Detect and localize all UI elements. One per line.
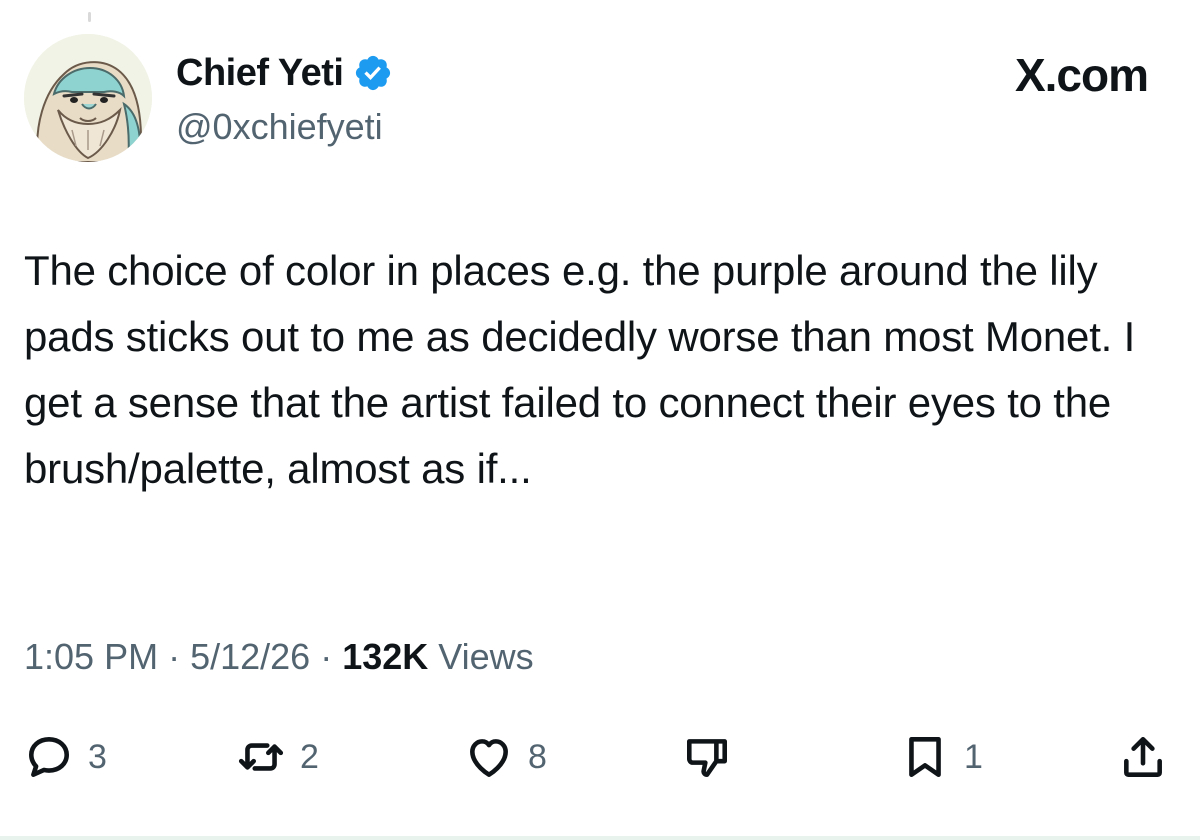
brand-logo: X.com: [1014, 48, 1149, 102]
bookmark-count: 1: [964, 737, 983, 776]
bookmark-button[interactable]: 1: [900, 722, 983, 792]
share-button[interactable]: [1118, 722, 1168, 792]
like-count: 8: [528, 737, 547, 776]
drag-handle: [88, 12, 91, 22]
brand-text: X.com: [1014, 49, 1149, 101]
repost-icon: [238, 743, 284, 771]
bottom-divider: [0, 836, 1200, 840]
tweet-meta: 1:05 PM · 5/12/26 · 132K Views: [24, 636, 534, 678]
author-block: Chief Yeti @0xchiefyeti: [176, 46, 393, 148]
tweet-card: Chief Yeti @0xchiefyeti X.com The choice…: [0, 0, 1200, 840]
tweet-time[interactable]: 1:05 PM: [24, 636, 158, 678]
repost-count: 2: [300, 737, 319, 776]
thumbs-down-icon: [686, 739, 727, 777]
share-icon: [1124, 737, 1162, 777]
display-name[interactable]: Chief Yeti: [176, 52, 344, 95]
like-button[interactable]: 8: [464, 722, 547, 792]
reply-button[interactable]: 3: [24, 722, 107, 792]
name-row: Chief Yeti: [176, 46, 393, 100]
reply-count: 3: [88, 737, 107, 776]
repost-button[interactable]: 2: [236, 722, 319, 792]
heart-icon: [470, 739, 508, 777]
meta-separator: ·: [168, 636, 181, 677]
views-label: Views: [438, 636, 534, 677]
views-count: 132K: [342, 636, 429, 677]
avatar[interactable]: [24, 34, 152, 162]
tweet-date[interactable]: 5/12/26: [190, 636, 310, 678]
dislike-button[interactable]: [682, 722, 732, 792]
yeti-avatar-icon: [24, 34, 152, 162]
tweet-text: The choice of color in places e.g. the p…: [24, 247, 1136, 492]
handle[interactable]: @0xchiefyeti: [176, 106, 393, 148]
reply-icon: [29, 737, 70, 777]
verified-badge-icon: [353, 53, 393, 93]
bookmark-icon: [909, 737, 941, 777]
action-bar: 3 2 8 1: [0, 722, 1200, 792]
meta-separator: ·: [320, 636, 333, 677]
